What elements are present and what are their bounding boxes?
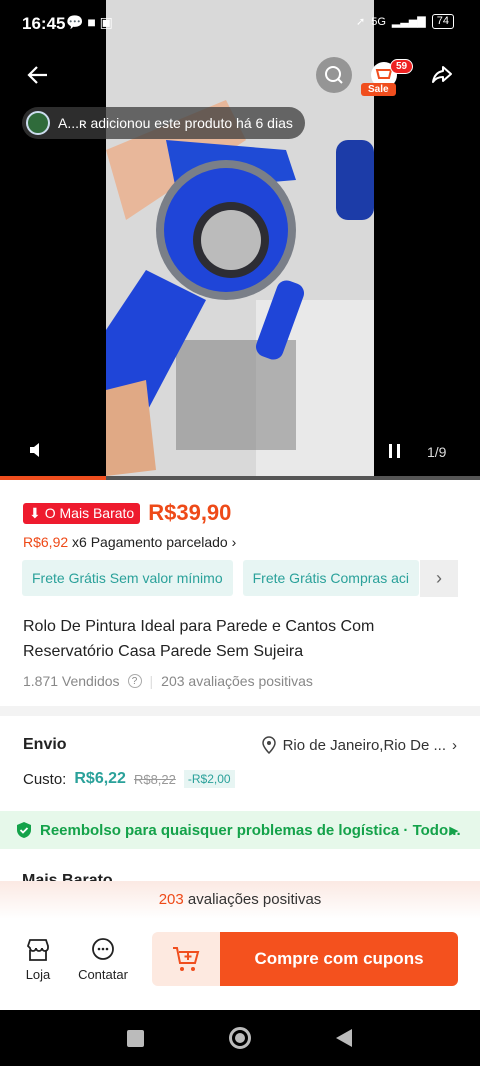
free-shipping-chip[interactable]: Frete Grátis Sem valor mínimo	[22, 560, 233, 596]
speaker-icon	[30, 443, 39, 457]
add-to-cart-button[interactable]	[152, 932, 220, 986]
product-price: R$39,90	[148, 500, 232, 525]
positive-reviews: 203 avaliações positivas	[161, 673, 313, 689]
arrow-down-icon: ⬇	[29, 504, 41, 521]
media-counter: 1/9	[427, 444, 447, 460]
shipping-location: Rio de Janeiro,Rio De ... ›	[261, 736, 457, 754]
installment-text: x6 Pagamento parcelado	[72, 534, 228, 550]
battery-icon: 74	[431, 14, 454, 29]
media-progress-bar	[0, 476, 480, 480]
product-media[interactable]: 16:45 💬 ■ ▣ ➚ 5G ▂▃▅▇ 74 59 Sale A...ʀ a…	[0, 0, 480, 480]
network-label: 5G	[371, 15, 386, 28]
status-right: ➚ 5G ▂▃▅▇ 74	[356, 14, 454, 29]
cost-label: Custo:	[23, 770, 67, 788]
share-icon	[432, 66, 452, 83]
sound-button[interactable]	[28, 441, 46, 464]
sale-badge: Sale	[361, 83, 396, 96]
chat-button[interactable]: Contatar	[73, 937, 133, 982]
store-icon	[26, 939, 49, 961]
search-icon	[325, 66, 343, 84]
status-time: 16:45	[22, 14, 66, 33]
chat-label: Contatar	[78, 967, 128, 982]
separator: |	[149, 673, 154, 689]
cart-count-badge: 59	[390, 59, 414, 74]
system-nav-bar	[0, 1010, 480, 1066]
store-label: Loja	[25, 967, 51, 982]
review-text: avaliações positivas	[187, 891, 322, 908]
old-shipping-cost: R$8,22	[133, 771, 176, 787]
sales-info: 1.871 Vendidos ? | 203 avaliações positi…	[23, 673, 313, 689]
chevron-right-icon: ›	[452, 736, 457, 754]
location-text: Rio de Janeiro,Rio De ...	[282, 736, 446, 754]
back-button[interactable]	[20, 57, 56, 93]
back-nav-button[interactable]	[336, 1029, 352, 1047]
media-progress-fill	[0, 476, 106, 480]
refund-banner[interactable]: Reembolso para quaisquer problemas de lo…	[0, 811, 480, 849]
user-avatar	[26, 111, 50, 135]
share-button[interactable]	[424, 57, 460, 93]
shipping-row[interactable]: Envio Rio de Janeiro,Rio De ... ›	[23, 736, 457, 754]
help-icon[interactable]: ?	[127, 674, 142, 688]
recent-apps-button[interactable]	[127, 1030, 144, 1047]
shipping-cost-row: Custo: R$6,22 R$8,22 -R$2,00	[23, 770, 235, 788]
status-bar: 16:45 💬 ■ ▣ ➚ 5G ▂▃▅▇ 74	[0, 0, 480, 46]
buy-with-coupons-button[interactable]: Compre com cupons	[220, 932, 458, 986]
review-summary-bar[interactable]: 203 avaliações positivas	[0, 881, 480, 919]
triangle-right-icon: ▶	[449, 824, 458, 837]
section-heading-peek: Mais Barato	[22, 872, 113, 881]
cart-plus-icon	[173, 947, 200, 971]
shipping-cost: R$6,22	[74, 770, 126, 787]
store-button[interactable]: Loja	[8, 937, 68, 982]
pause-button[interactable]	[388, 443, 402, 464]
arrow-left-icon	[27, 66, 47, 84]
chat-icon	[92, 938, 114, 960]
signal-icon: ▂▃▅▇	[391, 16, 426, 28]
shield-check-icon	[17, 822, 31, 838]
chips-more-button[interactable]: ›	[420, 560, 458, 597]
bottom-action-bar: Loja Contatar Compre com cupons	[0, 919, 480, 1009]
installment-amount: R$6,92	[23, 534, 69, 550]
section-divider	[0, 706, 480, 716]
home-dot	[235, 1033, 245, 1043]
cheapest-badge: ⬇ O Mais Barato	[23, 502, 141, 524]
shipping-chips: Frete Grátis Sem valor mínimo Frete Grát…	[22, 560, 480, 596]
wifi-icon: ➚	[356, 16, 366, 28]
chevron-right-icon: ›	[436, 568, 442, 588]
review-count: 203	[158, 891, 184, 908]
chevron-right-icon: ›	[231, 534, 237, 550]
installment-row[interactable]: R$6,92 x6 Pagamento parcelado ›	[23, 534, 236, 550]
search-button[interactable]	[316, 57, 352, 93]
location-pin-icon	[261, 736, 276, 754]
added-product-banner: A...ʀ adicionou este produto há 6 dias	[22, 107, 305, 139]
home-button[interactable]	[229, 1027, 251, 1049]
free-shipping-purchase-chip[interactable]: Frete Grátis Compras aci	[242, 560, 419, 596]
cheapest-label: O Mais Barato	[44, 505, 135, 521]
pause-icon	[389, 444, 400, 458]
price-row: ⬇ O Mais Barato R$39,90	[23, 500, 231, 526]
product-title: Rolo De Pintura Ideal para Parede e Cant…	[23, 618, 375, 660]
sold-count: 1.871 Vendidos	[23, 673, 120, 689]
refund-text: Reembolso para quaisquer problemas de lo…	[40, 821, 461, 839]
added-text: A...ʀ adicionou este produto há 6 dias	[58, 115, 293, 131]
notification-icons: 💬 ■ ▣	[66, 14, 113, 30]
shipping-discount: -R$2,00	[183, 770, 235, 788]
shipping-label: Envio	[23, 736, 67, 753]
